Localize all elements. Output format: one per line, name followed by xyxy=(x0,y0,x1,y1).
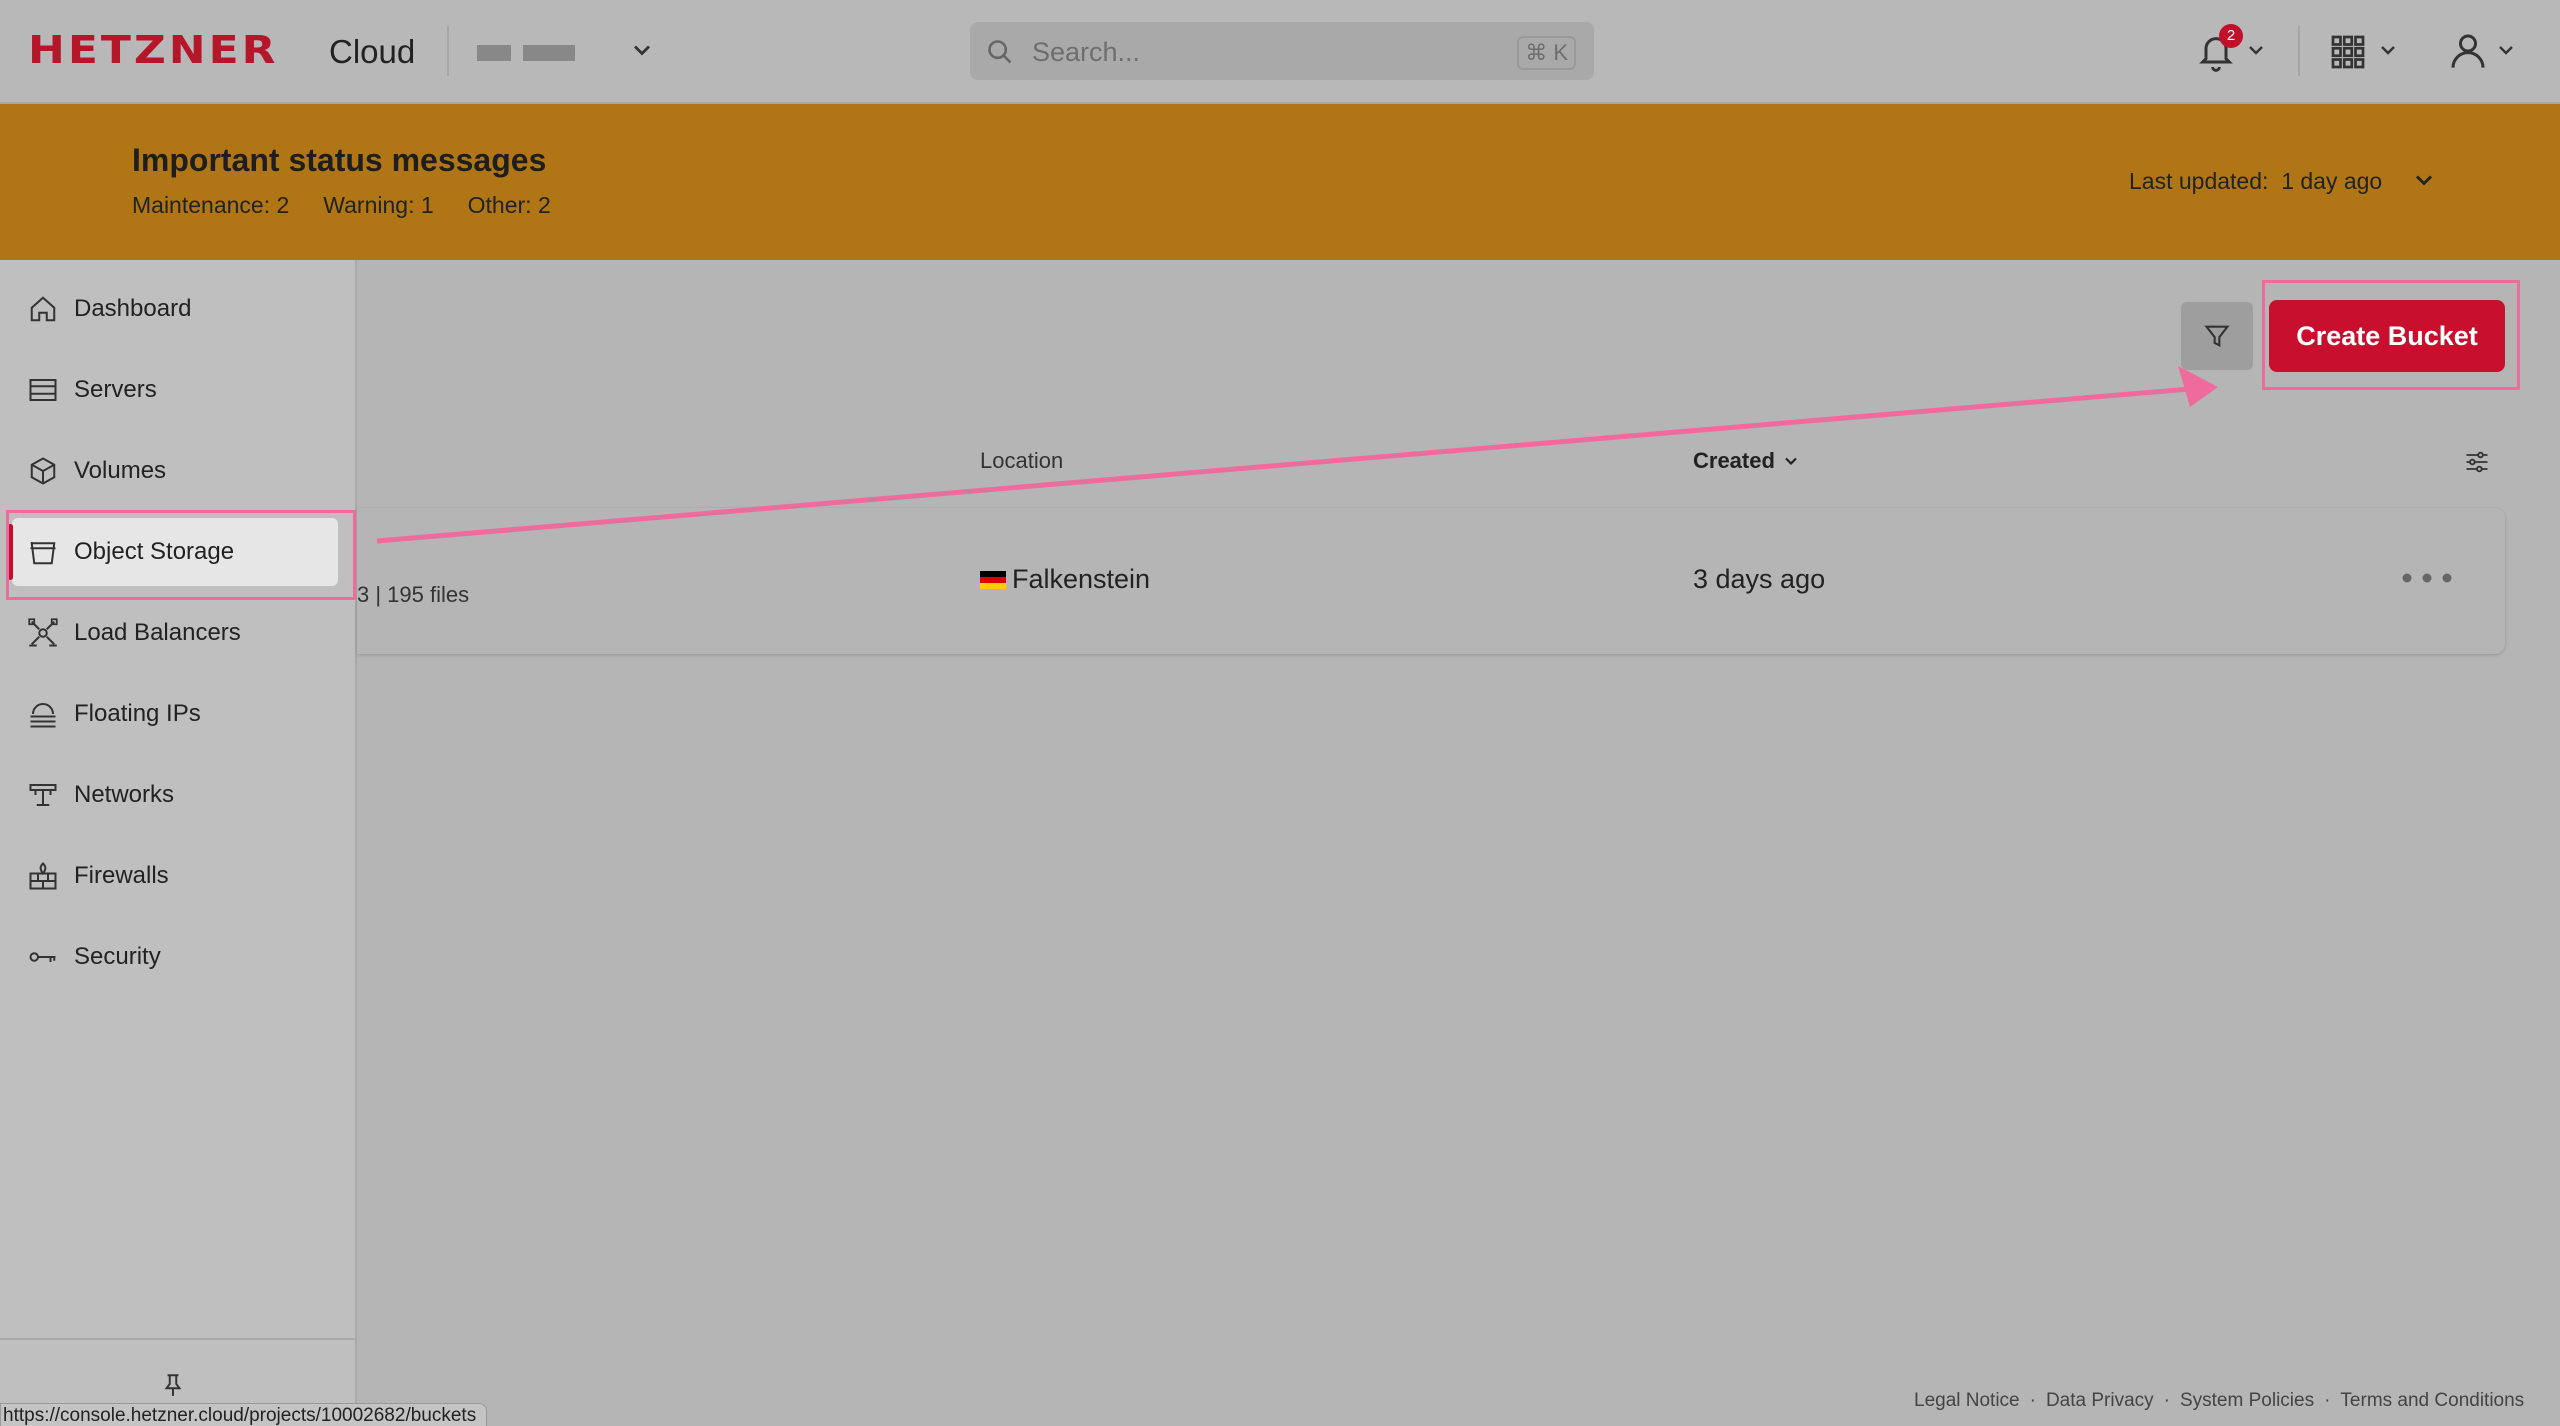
divider xyxy=(447,26,449,76)
footer-link[interactable]: System Policies xyxy=(2180,1390,2314,1412)
hetzner-logo[interactable]: HETZNER xyxy=(28,28,279,73)
product-name: Cloud xyxy=(329,33,416,70)
sidebar-item-floating-ips[interactable]: Floating IPs xyxy=(12,680,338,748)
chevron-down-icon[interactable] xyxy=(628,36,656,64)
sidebar-item-firewalls[interactable]: Firewalls xyxy=(12,842,338,910)
warning-stat: Warning: 1 xyxy=(323,192,434,218)
top-bar: HETZNER Cloud Search... ⌘ K 2 xyxy=(0,0,2560,104)
status-url: https://console.hetzner.cloud/projects/1… xyxy=(0,1403,488,1426)
notification-badge: 2 xyxy=(2219,24,2243,48)
more-options-icon[interactable] xyxy=(2399,568,2455,588)
sidebar-item-label: Servers xyxy=(74,376,157,403)
sidebar-item-load-balancers[interactable]: Load Balancers xyxy=(12,599,338,667)
floating-ip-icon xyxy=(30,703,56,728)
divider xyxy=(0,1338,357,1340)
footer-links: Legal Notice · Data Privacy · System Polic… xyxy=(1914,1390,2525,1412)
maintenance-stat: Maintenance: 2 xyxy=(132,192,290,218)
column-header-location[interactable]: Location xyxy=(980,448,1063,474)
last-updated: Last updated: 1 day ago xyxy=(2129,168,2383,194)
filter-icon xyxy=(2204,325,2230,348)
filter-button[interactable] xyxy=(2181,302,2253,370)
footer-link[interactable]: Data Privacy xyxy=(2046,1390,2154,1412)
bucket-location: Falkenstein xyxy=(980,564,1150,595)
user-icon[interactable] xyxy=(2448,30,2488,72)
banner-stats: Maintenance: 2 Warning: 1 Other: 2 xyxy=(132,192,551,219)
cube-icon xyxy=(30,457,56,485)
server-icon xyxy=(29,379,57,401)
sidebar-item-label: Security xyxy=(74,943,161,970)
network-icon xyxy=(29,784,57,806)
sidebar-item-servers[interactable]: Servers xyxy=(12,356,338,424)
bucket-size: 3 | 195 files xyxy=(357,582,470,607)
key-icon xyxy=(29,952,56,962)
column-settings-icon[interactable] xyxy=(2463,448,2491,476)
sidebar-item-security[interactable]: Security xyxy=(12,923,338,991)
sidebar-item-label: Firewalls xyxy=(74,862,169,889)
search-input[interactable]: Search... ⌘ K xyxy=(970,22,1594,80)
project-selector[interactable] xyxy=(477,45,575,61)
sidebar-item-label: Volumes xyxy=(74,457,167,484)
pin-icon[interactable] xyxy=(160,1372,186,1398)
sidebar-item-label: Load Balancers xyxy=(74,619,241,646)
search-icon xyxy=(988,40,1012,64)
sidebar-item-dashboard[interactable]: Dashboard xyxy=(12,275,338,343)
chevron-down-icon[interactable] xyxy=(2376,38,2400,62)
germany-flag-icon xyxy=(980,570,1006,589)
chevron-down-icon[interactable] xyxy=(2410,166,2438,194)
home-icon xyxy=(30,296,56,322)
table-row[interactable]: 3 | 195 files Falkenstein 3 days ago xyxy=(357,508,2505,654)
sidebar: Dashboard Servers Volumes Object Storage… xyxy=(0,260,357,1426)
apps-grid-icon[interactable] xyxy=(2330,34,2366,70)
create-bucket-button[interactable]: Create Bucket xyxy=(2269,300,2505,372)
search-placeholder: Search... xyxy=(1032,37,1141,67)
divider xyxy=(2298,26,2300,76)
highlight-box xyxy=(6,510,356,600)
chevron-down-icon[interactable] xyxy=(2244,38,2268,62)
sidebar-item-label: Floating IPs xyxy=(74,700,201,727)
sidebar-item-label: Dashboard xyxy=(74,295,192,322)
chevron-down-icon[interactable] xyxy=(2494,38,2518,62)
bucket-created: 3 days ago xyxy=(1693,564,1826,594)
firewall-icon xyxy=(29,862,57,890)
chevron-down-icon xyxy=(1785,457,1797,466)
column-header-created[interactable]: Created xyxy=(1693,448,1801,474)
banner-title: Important status messages xyxy=(132,142,547,178)
load-balancer-icon xyxy=(28,618,58,647)
footer-link[interactable]: Legal Notice xyxy=(1914,1390,2020,1412)
footer-link[interactable]: Terms and Conditions xyxy=(2340,1390,2524,1412)
other-stat: Other: 2 xyxy=(467,192,551,218)
sidebar-item-volumes[interactable]: Volumes xyxy=(12,437,338,505)
status-banner[interactable]: Important status messages Maintenance: 2… xyxy=(0,104,2560,260)
sidebar-item-label: Networks xyxy=(74,781,175,808)
sidebar-item-networks[interactable]: Networks xyxy=(12,761,338,829)
search-shortcut: ⌘ K xyxy=(1517,36,1576,70)
